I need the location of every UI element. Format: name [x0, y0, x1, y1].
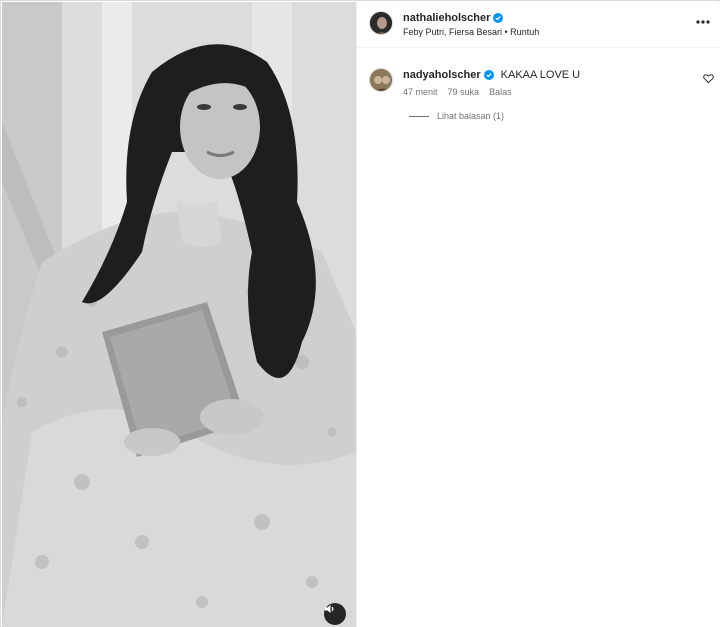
comment-text-row: nadyaholscher KAKAA LOVE U [403, 69, 580, 81]
comment-meta: 47 menit 79 suka Balas [403, 87, 512, 97]
audio-track-link[interactable]: Feby Putri, Fiersa Besari • Runtuh [403, 27, 539, 37]
sound-icon [325, 605, 334, 613]
comment-likes[interactable]: 79 suka [448, 87, 480, 97]
commenter-username[interactable]: nadyaholscher [403, 69, 481, 81]
reply-button[interactable]: Balas [489, 87, 512, 97]
post-side-panel: nathalieholscher Feby Putri, Fiersa Besa… [356, 2, 720, 627]
view-replies-label: Lihat balasan (1) [437, 111, 505, 121]
photo-illustration [2, 2, 356, 627]
sound-toggle-button[interactable] [324, 603, 346, 625]
post-header: nathalieholscher Feby Putri, Fiersa Besa… [357, 2, 720, 48]
more-horizontal-icon[interactable] [695, 14, 711, 30]
commenter-avatar[interactable] [369, 68, 393, 92]
comment-time[interactable]: 47 menit [403, 87, 438, 97]
view-replies-button[interactable]: Lihat balasan (1) [409, 111, 504, 121]
author-avatar[interactable] [369, 11, 393, 35]
commenter-avatar-image [370, 69, 392, 91]
replies-divider-line [409, 115, 429, 117]
comment-body: KAKAA LOVE U [500, 69, 581, 81]
author-username-row[interactable]: nathalieholscher [403, 12, 504, 24]
author-username[interactable]: nathalieholscher [403, 12, 490, 24]
post-photo[interactable] [2, 2, 356, 627]
verified-badge-icon [483, 70, 494, 80]
heart-icon[interactable] [703, 73, 714, 84]
comment-item: nadyaholscher KAKAA LOVE U 47 menit 79 s… [357, 58, 720, 128]
post-dialog: nathalieholscher Feby Putri, Fiersa Besa… [0, 0, 720, 627]
verified-badge-icon [493, 13, 504, 23]
author-avatar-image [370, 12, 392, 34]
